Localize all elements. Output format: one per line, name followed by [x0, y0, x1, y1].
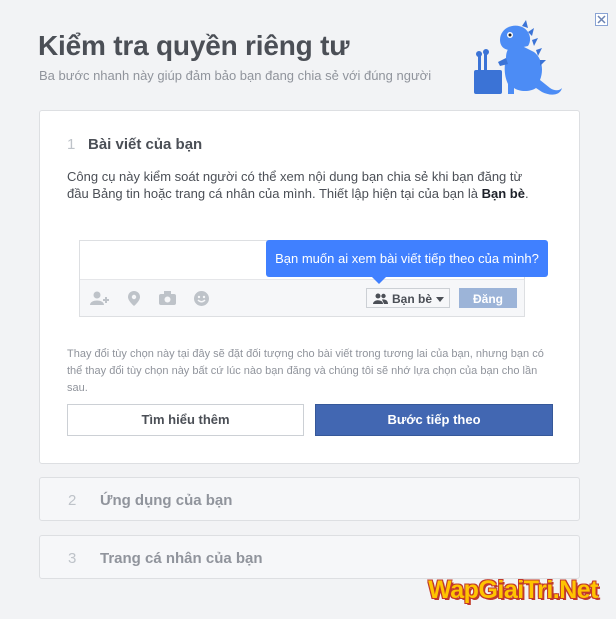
audience-tooltip: Bạn muốn ai xem bài viết tiếp theo của m… [266, 240, 548, 277]
location-icon [128, 291, 140, 306]
step-note: Thay đổi tùy chọn này tại đây sẽ đặt đối… [67, 348, 544, 394]
close-button[interactable] [595, 13, 608, 26]
page-title: Kiểm tra quyền riêng tư [38, 30, 350, 61]
tag-friends-icon [90, 291, 109, 305]
step-number: 2 [68, 492, 77, 509]
close-icon [597, 15, 606, 24]
current-audience-value: Bạn bè [481, 186, 525, 201]
step-title: Trang cá nhân của bạn [100, 550, 263, 567]
friends-icon [373, 293, 388, 304]
composer-toolbar: Bạn bè Đăng [80, 279, 524, 316]
camera-icon [159, 291, 176, 305]
step-panel-profile[interactable]: 3 Trang cá nhân của bạn [39, 535, 580, 579]
step-panel-posts: 1 Bài viết của bạn Công cụ này kiểm soát… [39, 110, 580, 464]
page-subtitle: Ba bước nhanh này giúp đảm bảo bạn đang … [39, 68, 432, 83]
step-panel-apps[interactable]: 2 Ứng dụng của bạn [39, 477, 580, 521]
tooltip-arrow [372, 277, 386, 284]
step-title: Ứng dụng của bạn [100, 492, 233, 509]
audience-label: Bạn bè [392, 292, 433, 306]
next-step-button[interactable]: Bước tiếp theo [315, 404, 553, 436]
privacy-dinosaur-icon [474, 20, 562, 95]
step-title: Bài viết của bạn [88, 136, 203, 153]
description-text: Công cụ này kiểm soát người có thể xem n… [67, 169, 523, 201]
step-number: 3 [68, 550, 77, 567]
learn-more-button[interactable]: Tìm hiểu thêm [67, 404, 304, 436]
site-watermark: WapGiaiTri.Net [428, 576, 598, 604]
audience-selector-button[interactable]: Bạn bè [366, 288, 450, 308]
feeling-icon [194, 291, 209, 306]
post-button[interactable]: Đăng [459, 288, 517, 308]
step-description: Công cụ này kiểm soát người có thể xem n… [67, 168, 547, 202]
step-number: 1 [67, 136, 76, 153]
chevron-down-icon [436, 297, 444, 302]
description-suffix: . [524, 186, 529, 201]
